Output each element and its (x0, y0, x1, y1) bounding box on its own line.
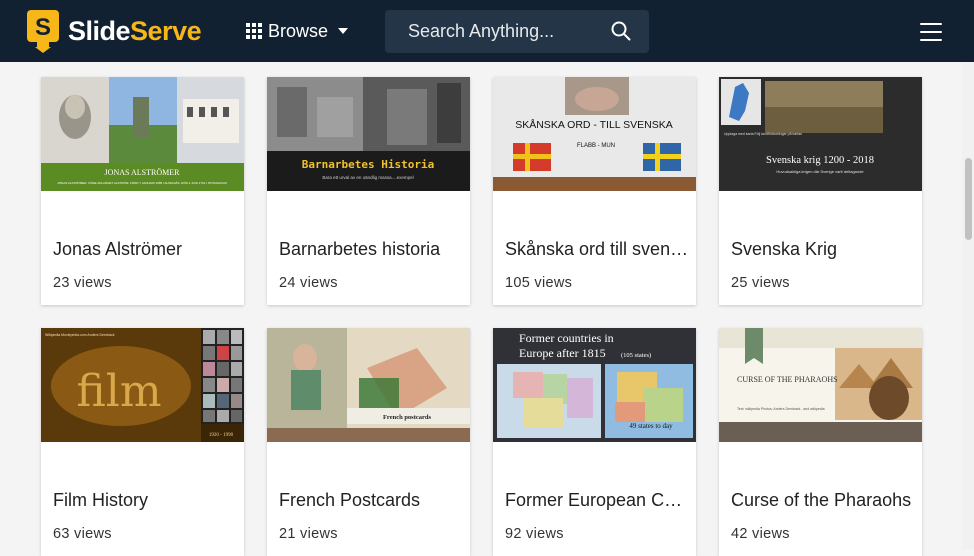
view-count: 92 views (505, 526, 564, 542)
thumb-subtitle-text: Bara ett urval av en oändlig massa....ex… (322, 175, 413, 180)
presentation-title[interactable]: Curse of the Pharaohs (731, 490, 917, 511)
thumb-note-text: Wikipedia Moviepedia.com Anders Dernback (45, 333, 115, 337)
browse-label: Browse (268, 20, 329, 41)
presentation-title[interactable]: Former European Countries (505, 490, 691, 511)
presentation-card[interactable]: JONAS ALSTRÖMER JONAS ALSTRÖMER, FÖRE AD… (41, 77, 244, 305)
logo-text-slide: Slide (68, 16, 131, 46)
view-count: 21 views (279, 526, 338, 542)
presentation-card[interactable]: Former countries in Europe after 1815 (1… (493, 328, 696, 556)
logo-wordmark: SlideServe (68, 9, 202, 53)
view-count: 105 views (505, 275, 573, 291)
presentation-title[interactable]: Svenska Krig (731, 239, 917, 260)
thumb-title-line2: Europe after 1815 (519, 346, 606, 360)
thumb-title-text: CURSE OF THE PHARAOHS (737, 375, 838, 384)
presentation-thumbnail[interactable]: Upplaga med karta Följ landförändringar … (719, 77, 922, 191)
thumb-note-text: Upplaga med karta Följ landförändringar … (724, 132, 802, 136)
browse-menu-button[interactable]: Browse (246, 19, 349, 43)
thumb-subtitle-text: (105 states) (621, 352, 651, 359)
presentation-thumbnail[interactable]: Barnarbetes Historia Bara ett urval av e… (267, 77, 470, 191)
presentation-title[interactable]: Barnarbetes historia (279, 239, 465, 260)
hamburger-menu-icon[interactable] (920, 23, 942, 41)
thumb-note-text: 49 states to day (629, 422, 673, 430)
presentation-thumbnail[interactable]: Former countries in Europe after 1815 (1… (493, 328, 696, 442)
thumb-date-text: 1920 - 1990 (209, 433, 234, 438)
thumb-title-text: Barnarbetes Historia (302, 158, 434, 171)
presentation-thumbnail[interactable]: French postcards (267, 328, 470, 442)
presentation-card[interactable]: Upplaga med karta Följ landförändringar … (719, 77, 922, 305)
thumb-subtitle-text: FLABB - MUN (577, 143, 615, 149)
chevron-down-icon (338, 28, 349, 34)
view-count: 25 views (731, 275, 790, 291)
thumb-title-text: JONAS ALSTRÖMER (105, 168, 181, 177)
view-count: 23 views (53, 275, 112, 291)
presentation-card[interactable]: Barnarbetes Historia Bara ett urval av e… (267, 77, 470, 305)
presentation-thumbnail[interactable]: film Wikipedia Moviepedia.com Anders Der… (41, 328, 244, 442)
thumb-subtitle-text: Huvudsakliga krigen där Sverige varit de… (776, 169, 864, 174)
thumb-title-text: French postcards (383, 414, 432, 421)
presentation-card[interactable]: SKÅNSKA ORD - TILL SVENSKA FLABB - MUN S… (493, 77, 696, 305)
page-scrollbar[interactable] (962, 62, 974, 549)
presentation-thumbnail[interactable]: JONAS ALSTRÖMER JONAS ALSTRÖMER, FÖRE AD… (41, 77, 244, 191)
search-icon[interactable] (611, 21, 631, 41)
search-box (385, 10, 649, 53)
presentation-card[interactable]: CURSE OF THE PHARAOHS Text: wikipedia Ph… (719, 328, 922, 556)
logo-text-serve: Serve (130, 16, 202, 46)
presentation-card[interactable]: film Wikipedia Moviepedia.com Anders Der… (41, 328, 244, 556)
thumb-subtitle-text: Text: wikipedia Photos: Anders Dernback … (737, 407, 825, 411)
view-count: 24 views (279, 275, 338, 291)
presentation-title[interactable]: Film History (53, 490, 239, 511)
logo-badge-icon: S (27, 10, 59, 53)
scrollbar-thumb[interactable] (965, 158, 972, 240)
logo-badge-letter: S (35, 14, 51, 41)
grid-icon (246, 23, 262, 39)
thumb-title-text: Svenska krig 1200 - 2018 (766, 155, 874, 166)
presentation-card[interactable]: French postcards French Postcards 21 vie… (267, 328, 470, 556)
top-navigation-bar: S SlideServe Browse (0, 0, 974, 62)
presentation-thumbnail[interactable]: CURSE OF THE PHARAOHS Text: wikipedia Ph… (719, 328, 922, 442)
thumb-subtitle-text: JONAS ALSTRÖMER, FÖRE ADLANDET ALSTRÖM, … (57, 180, 227, 185)
thumb-title-text: Former countries in (519, 331, 614, 345)
search-input[interactable] (385, 10, 605, 53)
slideserve-logo[interactable]: S SlideServe (26, 9, 202, 53)
presentation-thumbnail[interactable]: SKÅNSKA ORD - TILL SVENSKA FLABB - MUN (493, 77, 696, 191)
presentation-title[interactable]: Skånska ord till svenska (505, 239, 691, 260)
presentation-title[interactable]: French Postcards (279, 490, 465, 511)
thumb-title-text: film (76, 366, 161, 417)
thumb-title-text: SKÅNSKA ORD - TILL SVENSKA (515, 118, 673, 131)
presentation-title[interactable]: Jonas Alströmer (53, 239, 239, 260)
view-count: 42 views (731, 526, 790, 542)
view-count: 63 views (53, 526, 112, 542)
